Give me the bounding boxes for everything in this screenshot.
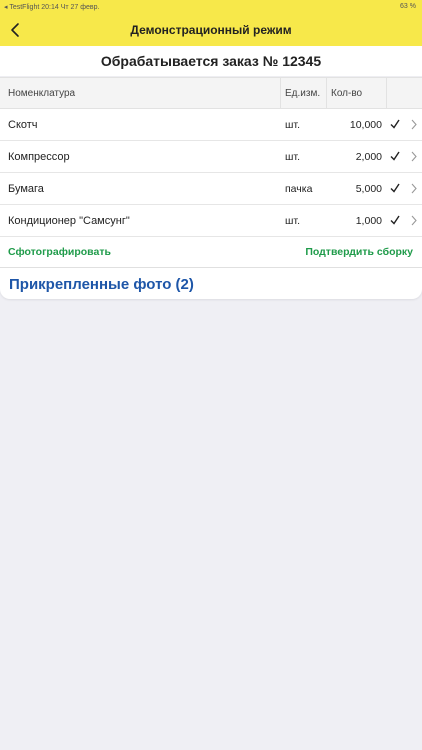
item-name: Бумага bbox=[8, 183, 44, 195]
chevron-right-icon bbox=[411, 119, 417, 130]
item-name: Кондиционер "Самсунг" bbox=[8, 215, 130, 227]
actions-bar: Сфотографировать Подтвердить сборку bbox=[0, 237, 422, 268]
battery-text: 63 % bbox=[400, 3, 416, 10]
header-qty: Кол-во bbox=[331, 88, 363, 99]
checkmark-icon bbox=[390, 119, 400, 129]
order-header: Обрабатывается заказ № 12345 bbox=[0, 46, 422, 76]
confirm-assembly-button[interactable]: Подтвердить сборку bbox=[305, 246, 413, 258]
chevron-right-icon bbox=[411, 183, 417, 194]
item-unit: шт. bbox=[285, 119, 300, 131]
back-button[interactable] bbox=[6, 18, 26, 42]
item-unit: шт. bbox=[285, 215, 300, 227]
item-unit: шт. bbox=[285, 151, 300, 163]
item-qty: 10,000 bbox=[349, 119, 382, 131]
order-card: Номенклатура Ед.изм. Кол-во Скотч шт. 10… bbox=[0, 77, 422, 299]
nav-title: Демонстрационный режим bbox=[130, 23, 292, 37]
checkmark-icon bbox=[390, 151, 400, 161]
item-name: Компрессор bbox=[8, 151, 70, 163]
chevron-right-icon bbox=[411, 151, 417, 162]
navigation-bar: Демонстрационный режим bbox=[0, 14, 422, 46]
table-header: Номенклатура Ед.изм. Кол-во bbox=[0, 77, 422, 109]
checkmark-icon bbox=[390, 215, 400, 225]
item-name: Скотч bbox=[8, 119, 38, 131]
header-name: Номенклатура bbox=[8, 88, 76, 99]
header-divider bbox=[326, 78, 327, 109]
item-qty: 5,000 bbox=[355, 183, 382, 195]
header-divider bbox=[280, 78, 281, 109]
table-row[interactable]: Скотч шт. 10,000 bbox=[0, 109, 422, 141]
chevron-left-icon bbox=[11, 23, 19, 37]
status-bar: ◂ TestFlight 20:14 Чт 27 февр. 63 % bbox=[0, 0, 422, 14]
item-qty: 1,000 bbox=[355, 215, 382, 227]
table-row[interactable]: Бумага пачка 5,000 bbox=[0, 173, 422, 205]
chevron-right-icon bbox=[411, 215, 417, 226]
status-left-text: ◂ TestFlight 20:14 Чт 27 февр. bbox=[4, 4, 100, 11]
photograph-button[interactable]: Сфотографировать bbox=[8, 246, 111, 258]
order-title: Обрабатывается заказ № 12345 bbox=[100, 53, 322, 69]
table-row[interactable]: Кондиционер "Самсунг" шт. 1,000 bbox=[0, 205, 422, 237]
header-divider bbox=[386, 78, 387, 109]
attached-photos-title[interactable]: Прикрепленные фото (2) bbox=[9, 276, 194, 293]
header-unit: Ед.изм. bbox=[285, 88, 321, 99]
item-qty: 2,000 bbox=[355, 151, 382, 163]
checkmark-icon bbox=[390, 183, 400, 193]
item-unit: пачка bbox=[285, 183, 313, 195]
table-row[interactable]: Компрессор шт. 2,000 bbox=[0, 141, 422, 173]
